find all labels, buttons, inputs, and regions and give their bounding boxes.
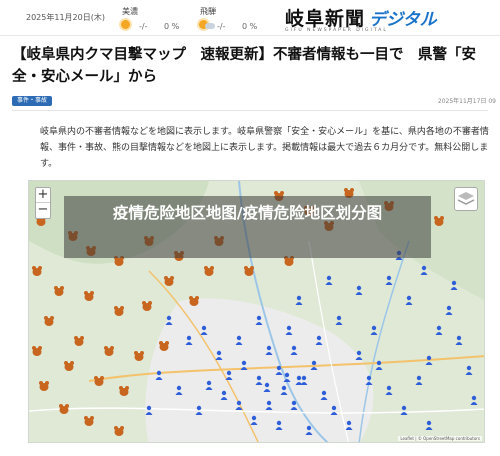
site-header: 2025年11月20日(木) 美濃 -/- 0 % 飛騨 -/- 0 % 岐阜新… [0,0,500,36]
cloud-icon [205,23,215,29]
weather-precip: 0 % [164,22,180,31]
article-body: 岐阜県内の不審者情報などを地図に表示します。岐阜県警察「安全・安心メール」を基に… [40,127,489,169]
weather-city: 飛騨 [200,7,216,16]
map-attribution[interactable]: Leaflet | © OpenStreetMap contributors [398,436,482,441]
weather-hida: 飛騨 -/- 0 % [190,4,260,32]
weather-precip: 0 % [242,22,258,31]
publish-date: 2025年11月17日 09 [437,98,496,105]
zoom-control: + − [35,187,51,219]
site-logo[interactable]: 岐阜新聞 デジタル GIFU NEWSPAPER DIGITAL [285,4,485,34]
zoom-out-button[interactable]: − [36,203,50,218]
weather-temp: -/- [217,22,226,31]
weather-city: 美濃 [122,7,138,16]
weather-temp: -/- [139,22,148,31]
divider [12,110,488,111]
layers-button[interactable] [454,187,478,211]
current-date: 2025年11月20日(木) [26,13,105,22]
category-tag[interactable]: 事件・事故 [12,96,53,106]
logo-subtitle: GIFU NEWSPAPER DIGITAL [285,28,388,33]
overlay-title: 疫情危险地区地图/疫情危险地区划分图 [64,196,431,258]
zoom-in-button[interactable]: + [36,188,50,203]
weather-mino: 美濃 -/- 0 % [112,4,182,32]
logo-digital: デジタル [369,10,437,30]
article-headline: 【岐阜県内クマ目撃マップ 速報更新】不審者情報も一目で 県警「安全・安心メール」… [12,47,476,85]
logo-main: 岐阜新聞 [285,8,366,30]
sun-icon [121,20,130,29]
layers-icon [457,192,475,205]
